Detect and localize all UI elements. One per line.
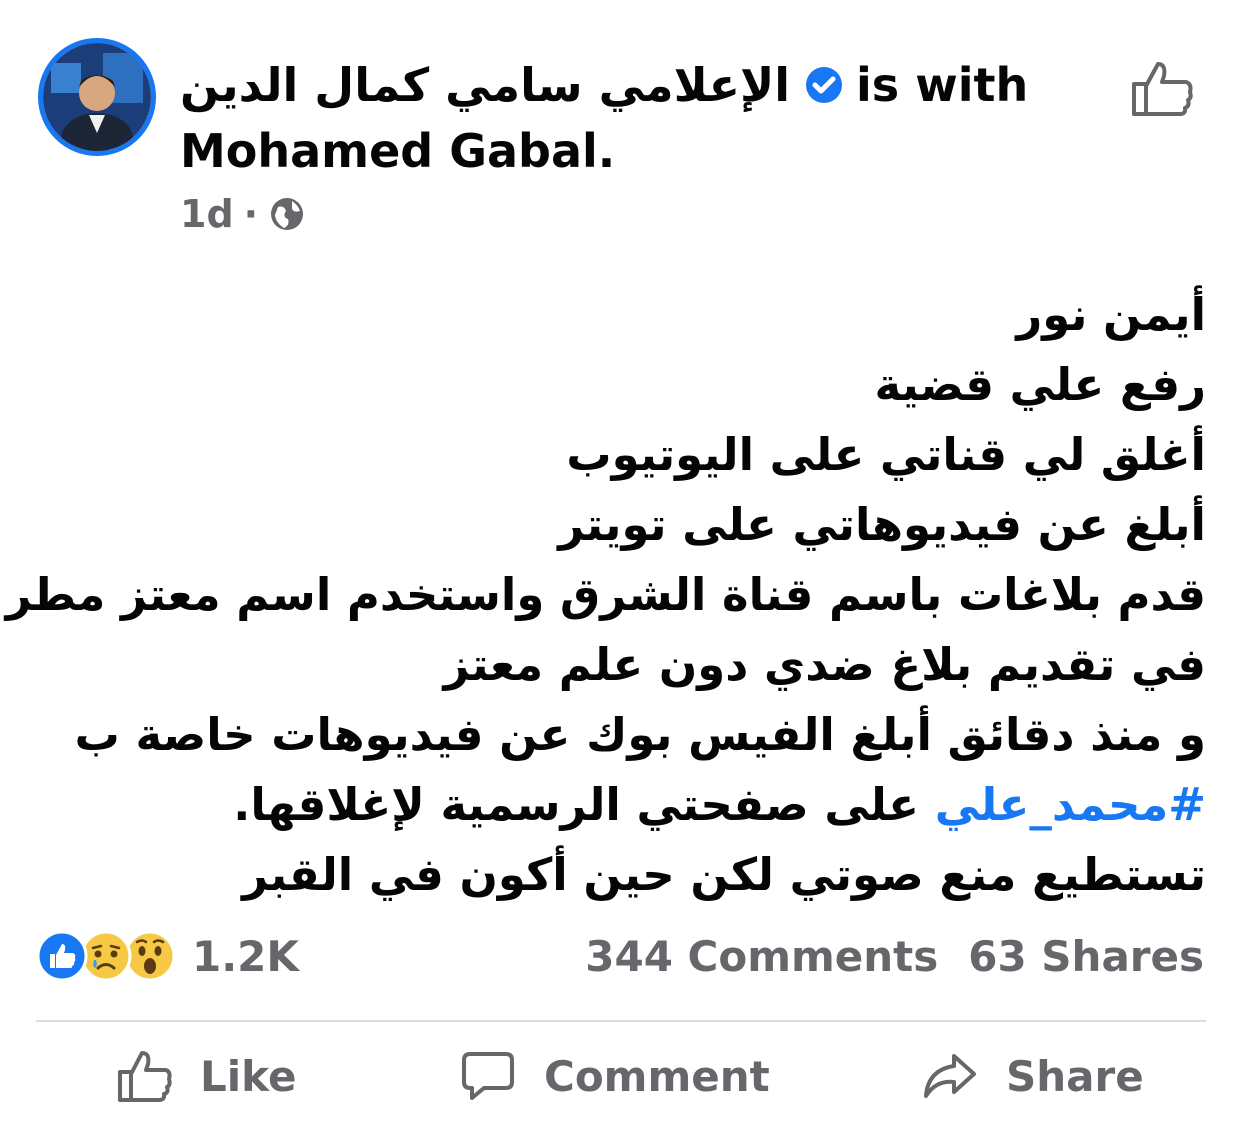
- reactions-summary[interactable]: 1.2K: [36, 930, 299, 982]
- meta-separator: ·: [243, 192, 259, 236]
- share-arrow-icon: [924, 1054, 976, 1098]
- post-stats: 344 Comments 63 Shares: [555, 932, 1204, 981]
- post-line: رفع علي قضية: [874, 358, 1206, 411]
- comment-button[interactable]: Comment: [460, 1048, 770, 1104]
- page-like-button[interactable]: [1130, 58, 1196, 118]
- post-line-with-hashtag: #محمد_علي على صفحتي الرسمية لإغلاقها.: [40, 770, 1206, 840]
- globe-icon: [268, 195, 306, 233]
- post-line: و منذ دقائق أبلغ الفيس بوك عن فيديوهات خ…: [74, 708, 1206, 761]
- post-header: الإعلامي سامي كمال الدين is with Mohamed…: [180, 52, 1080, 184]
- post-meta: 1d ·: [180, 192, 306, 236]
- reactions-count[interactable]: 1.2K: [192, 932, 299, 981]
- thumbs-up-icon: [118, 1051, 172, 1102]
- post-line: أبلغ عن فيديوهاتي على تويتر: [558, 498, 1206, 551]
- like-label: Like: [200, 1051, 297, 1101]
- post-text: أيمن نور رفع علي قضية أغلق لي قناتي على …: [5, 280, 1206, 910]
- comment-bubble-icon: [462, 1052, 514, 1100]
- author-photo: [43, 43, 151, 151]
- with-text: is with: [856, 58, 1029, 112]
- comments-count[interactable]: 344 Comments: [585, 932, 938, 981]
- tagged-name[interactable]: Mohamed Gabal.: [180, 124, 615, 178]
- comment-label: Comment: [544, 1051, 770, 1101]
- like-button[interactable]: Like: [116, 1048, 296, 1104]
- share-label: Share: [1006, 1051, 1144, 1101]
- post-line: أيمن نور: [1016, 288, 1206, 341]
- shares-count[interactable]: 63 Shares: [968, 932, 1204, 981]
- post-line: قدم بلاغات باسم قناة الشرق واستخدم اسم م…: [5, 568, 1206, 621]
- share-button[interactable]: Share: [922, 1048, 1144, 1104]
- verified-badge-icon: [804, 65, 844, 105]
- author-avatar[interactable]: [38, 38, 156, 156]
- post-line: في تقديم بلاغ ضدي دون علم معتز: [443, 638, 1206, 691]
- hashtag-link[interactable]: #محمد_علي: [935, 778, 1206, 831]
- like-reaction-icon: [36, 930, 88, 982]
- post-line: تستطيع منع صوتي لكن حين أكون في القبر: [242, 848, 1206, 901]
- post-time[interactable]: 1d: [180, 192, 234, 236]
- thumbs-up-icon: [1132, 62, 1193, 116]
- author-name[interactable]: الإعلامي سامي كمال الدين: [180, 52, 790, 118]
- actions-divider: [36, 1020, 1206, 1022]
- post-line-text: على صفحتي الرسمية لإغلاقها.: [233, 778, 935, 831]
- post-line: أغلق لي قناتي على اليوتيوب: [566, 428, 1206, 481]
- post-actions-bar: Like Comment Share: [0, 1048, 1242, 1124]
